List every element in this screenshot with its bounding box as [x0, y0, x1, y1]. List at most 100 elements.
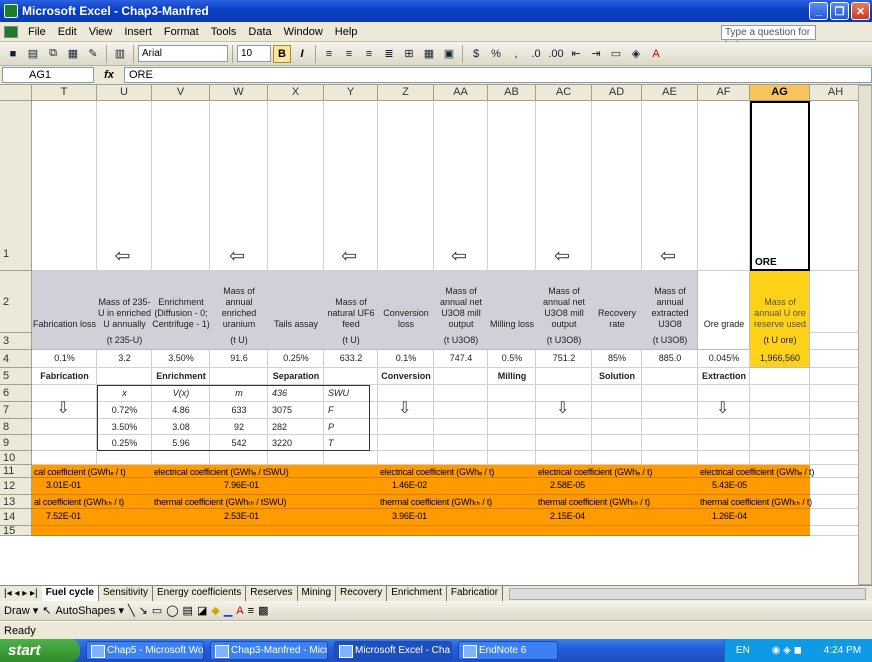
tab-fuel-cycle[interactable]: Fuel cycle	[41, 586, 99, 601]
grid-cell[interactable]	[536, 451, 592, 465]
autoshapes-menu[interactable]: AutoShapes ▾	[55, 604, 124, 617]
grid-cell[interactable]	[434, 385, 488, 402]
font-name-combo[interactable]: Arial	[138, 45, 228, 62]
column-header-ae[interactable]: AE	[642, 85, 698, 101]
column-header-af[interactable]: AF	[698, 85, 750, 101]
row-header-7[interactable]: 7	[0, 402, 32, 419]
bold-button[interactable]: B	[273, 44, 291, 63]
grid-cell[interactable]	[434, 419, 488, 435]
grid-cell[interactable]	[810, 465, 862, 478]
column-header-aa[interactable]: AA	[434, 85, 488, 101]
increase-decimal-icon[interactable]: .0	[527, 45, 545, 63]
grid-cell[interactable]	[32, 101, 97, 271]
grid-cell[interactable]	[810, 451, 862, 465]
align-right-icon[interactable]: ≡	[360, 45, 378, 63]
grid-cell[interactable]	[434, 402, 488, 419]
grid-cell[interactable]	[750, 419, 810, 435]
tray-icons[interactable]: ◉ ◈ ◼	[772, 645, 802, 656]
grid-cell[interactable]	[810, 495, 862, 509]
grid-cell[interactable]	[810, 271, 862, 333]
row-header-1[interactable]: 1	[0, 101, 32, 271]
grid-cell[interactable]	[536, 435, 592, 451]
restore-button[interactable]: ❐	[830, 2, 849, 20]
decrease-indent-icon[interactable]: ⇤	[567, 45, 585, 63]
grid-cell[interactable]	[324, 368, 378, 385]
grid-cell[interactable]	[810, 350, 862, 368]
column-header-u[interactable]: U	[97, 85, 152, 101]
grid-cell[interactable]	[434, 368, 488, 385]
line-color-icon[interactable]: ▁	[224, 604, 232, 617]
percent-icon[interactable]: %	[487, 45, 505, 63]
font-color-draw-icon[interactable]: A	[236, 605, 243, 617]
select-objects-icon[interactable]: ↖	[42, 604, 51, 617]
fx-icon[interactable]: fx	[94, 69, 124, 81]
grid-cell[interactable]	[536, 368, 592, 385]
column-header-ag[interactable]: AG	[750, 85, 810, 101]
grid-cell[interactable]	[810, 368, 862, 385]
grid-cell[interactable]	[152, 451, 210, 465]
grid-cell[interactable]	[642, 402, 698, 419]
row-header-6[interactable]: 6	[0, 385, 32, 402]
vertical-scrollbar[interactable]	[858, 85, 872, 585]
grid-cell[interactable]	[642, 368, 698, 385]
grid-cell[interactable]	[642, 385, 698, 402]
grid-cell[interactable]	[434, 435, 488, 451]
text-direction-icon[interactable]: ▦	[420, 45, 438, 63]
grid-cell[interactable]	[810, 402, 862, 419]
row-header-4[interactable]: 4	[0, 350, 32, 368]
menu-data[interactable]: Data	[242, 26, 277, 38]
formula-input[interactable]: ORE	[124, 67, 872, 83]
comma-icon[interactable]: ,	[507, 45, 525, 63]
grid-cell[interactable]	[152, 101, 210, 271]
grid-cell[interactable]	[32, 419, 97, 435]
column-header-w[interactable]: W	[210, 85, 268, 101]
grid-cell[interactable]	[488, 435, 536, 451]
row-header-13[interactable]: 13	[0, 495, 32, 509]
merge-center-icon[interactable]: ⊞	[400, 45, 418, 63]
grid-cell[interactable]	[642, 435, 698, 451]
print-preview-icon[interactable]: ▤	[24, 45, 42, 63]
grid-cell[interactable]	[32, 451, 97, 465]
grid-cell[interactable]	[750, 368, 810, 385]
grid-cell[interactable]	[810, 509, 862, 526]
align-left-icon[interactable]: ≡	[320, 45, 338, 63]
italic-button[interactable]: I	[293, 45, 311, 63]
tab-reserves[interactable]: Reserves	[246, 586, 298, 601]
minimize-button[interactable]: _	[809, 2, 828, 20]
column-header-ah[interactable]: AH	[810, 85, 862, 101]
save-icon[interactable]: ■	[4, 45, 22, 63]
column-header-x[interactable]: X	[268, 85, 324, 101]
grid-cell[interactable]	[698, 435, 750, 451]
decrease-decimal-icon[interactable]: .00	[547, 45, 565, 63]
close-button[interactable]: ✕	[851, 2, 870, 20]
menu-edit[interactable]: Edit	[52, 26, 83, 38]
grid-cell[interactable]	[434, 451, 488, 465]
font-size-combo[interactable]: 10	[237, 45, 271, 62]
name-box[interactable]: AG1	[2, 67, 94, 83]
oval-icon[interactable]: ◯	[166, 604, 178, 617]
grid-cell[interactable]	[268, 451, 324, 465]
grid-cell[interactable]	[378, 419, 434, 435]
grid-cell[interactable]	[810, 419, 862, 435]
grid-cell[interactable]	[536, 419, 592, 435]
wordart-icon[interactable]: ◪	[197, 604, 207, 617]
grid-cell[interactable]	[698, 451, 750, 465]
row-header-10[interactable]: 10	[0, 451, 32, 465]
grid-cell[interactable]	[810, 385, 862, 402]
grid-cell[interactable]	[97, 451, 152, 465]
row-header-11[interactable]: 11	[0, 465, 32, 478]
grid-cell[interactable]	[378, 451, 434, 465]
column-header-v[interactable]: V	[152, 85, 210, 101]
paste-icon[interactable]: ▦	[64, 45, 82, 63]
grid-cell[interactable]	[210, 368, 268, 385]
line-icon[interactable]: ╲	[128, 604, 135, 617]
start-button[interactable]: start	[0, 639, 80, 662]
justify-icon[interactable]: ≣	[380, 45, 398, 63]
column-header-z[interactable]: Z	[378, 85, 434, 101]
grid-cell[interactable]	[32, 435, 97, 451]
grid-cell[interactable]	[810, 526, 862, 536]
tab-enrichment[interactable]: Enrichment	[387, 586, 447, 601]
grid-cell[interactable]	[810, 435, 862, 451]
align-center-icon[interactable]: ≡	[340, 45, 358, 63]
menu-view[interactable]: View	[83, 26, 119, 38]
